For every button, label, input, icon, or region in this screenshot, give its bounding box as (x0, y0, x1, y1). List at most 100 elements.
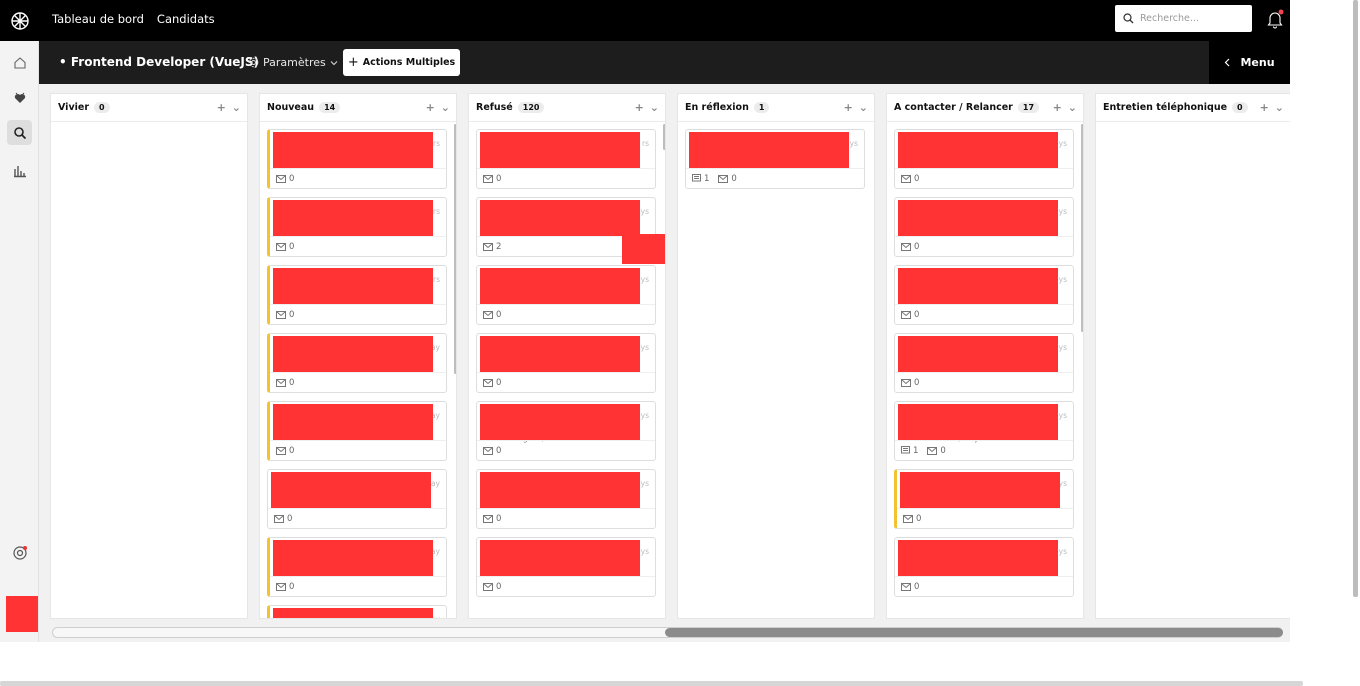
candidate-card[interactable]: day 0 (267, 333, 447, 393)
column-scrollbar[interactable] (663, 124, 665, 150)
mail-icon (276, 582, 286, 591)
candidate-card[interactable]: ysAngular/React0 (476, 401, 656, 461)
column-scrollbar[interactable] (454, 124, 456, 374)
candidate-card[interactable]: ays 0 (894, 197, 1074, 257)
add-icon[interactable]: + (217, 101, 226, 114)
candidate-card[interactable]: ys 0 (476, 265, 656, 325)
heart-icon[interactable] (7, 85, 32, 110)
candidate-name-redacted (480, 336, 640, 372)
add-icon[interactable]: + (635, 101, 644, 114)
add-icon[interactable]: + (1260, 101, 1269, 114)
stats-icon[interactable] (7, 158, 32, 183)
candidate-card[interactable]: urs 0 (267, 265, 447, 325)
scrollbar-thumb[interactable] (665, 628, 1283, 637)
page-horizontal-scrollbar[interactable] (0, 681, 1303, 686)
mail-icon (274, 514, 284, 523)
column-vivier: Vivier 0 + ⌄ (50, 93, 248, 619)
candidate-name-redacted (900, 472, 1060, 508)
candidate-card[interactable]: ys 0 (476, 333, 656, 393)
chevron-down-icon[interactable]: ⌄ (232, 101, 241, 114)
multiple-actions-button[interactable]: + Actions Multiples (343, 49, 460, 76)
chevron-down-icon[interactable]: ⌄ (650, 101, 659, 114)
candidates-search-icon[interactable] (7, 120, 32, 145)
mail-icon (901, 582, 911, 591)
chevron-down-icon[interactable]: ⌄ (441, 101, 450, 114)
mail-count: 0 (496, 445, 502, 456)
column-title: En réflexion (685, 102, 749, 113)
column-title: Entretien téléphonique (1103, 102, 1228, 113)
add-icon[interactable]: + (844, 101, 853, 114)
card-footer: 10 (686, 168, 864, 188)
app-logo-icon[interactable] (0, 0, 39, 41)
mail-count: 0 (914, 377, 920, 388)
candidate-card[interactable]: urs 0 (267, 197, 447, 257)
candidate-card[interactable]: ays 1 0 (685, 129, 865, 189)
candidate-card[interactable]: ays 0 (894, 333, 1074, 393)
mail-count: 0 (731, 173, 737, 184)
job-title[interactable]: • Frontend Developer (VueJS) (59, 55, 259, 69)
nav-dashboard[interactable]: Tableau de bord (52, 12, 144, 26)
board-horizontal-scrollbar[interactable] (52, 627, 1283, 638)
page-vertical-scrollbar[interactable] (1353, 0, 1358, 597)
search-box[interactable] (1115, 5, 1252, 32)
candidate-name-redacted (480, 200, 640, 236)
mail-icon (483, 378, 493, 387)
mail-count: 0 (289, 581, 295, 592)
candidate-card[interactable]: day (267, 605, 447, 618)
column-title: Nouveau (267, 102, 315, 113)
mail-count: 0 (496, 513, 502, 524)
add-icon[interactable]: + (1053, 101, 1062, 114)
candidate-card[interactable]: ays 0 (894, 129, 1074, 189)
candidate-card[interactable]: rs 0 (476, 129, 656, 189)
candidate-card[interactable]: ys 0 (476, 469, 656, 529)
card-timestamp: rs (642, 139, 649, 148)
card-footer: 0 (895, 236, 1073, 256)
mail-count: 2 (496, 241, 502, 252)
column-scrollbar[interactable] (1081, 124, 1083, 332)
chevron-down-icon[interactable]: ⌄ (859, 101, 868, 114)
notification-bell-icon[interactable] (1266, 9, 1284, 29)
candidate-card[interactable]: ays 0 (894, 469, 1074, 529)
card-footer: 0 (477, 508, 655, 528)
column-refuse: Refusé 120 +⌄ rs0ys2ys0ys0ysAngular/Reac… (468, 93, 666, 619)
column-a-contacter: A contacter / Relancer 17 + ⌄ ays 0 ays 0 ays… (886, 93, 1084, 619)
mail-count: 0 (287, 513, 293, 524)
candidate-card[interactable]: day 0 (267, 469, 447, 529)
chevron-down-icon[interactable]: ⌄ (1068, 101, 1077, 114)
left-rail (0, 0, 39, 642)
card-footer: 0 (897, 508, 1073, 528)
top-bar: Tableau de bord Candidats (39, 0, 1290, 41)
mail-icon (483, 446, 493, 455)
candidate-card[interactable]: ays 0 (894, 265, 1074, 325)
menu-button[interactable]: Menu (1209, 41, 1290, 84)
help-lifebuoy-icon[interactable] (7, 540, 32, 565)
settings-dropdown[interactable]: Paramètres (248, 56, 338, 69)
card-footer: 0 (895, 372, 1073, 392)
mail-icon (927, 446, 938, 455)
chevron-down-icon[interactable]: ⌄ (1275, 101, 1284, 114)
candidate-name-redacted (480, 540, 640, 576)
card-footer: 0 (477, 304, 655, 324)
candidate-card[interactable]: day 0 (267, 537, 447, 597)
mail-icon (276, 446, 286, 455)
card-timestamp: ys (640, 343, 649, 352)
comment-count: 1 (704, 173, 710, 184)
add-icon[interactable]: + (426, 101, 435, 114)
column-header: Refusé 120 + ⌄ (469, 94, 665, 122)
chevron-down-icon (330, 60, 338, 66)
card-footer: 0 (270, 168, 446, 188)
candidate-card[interactable]: urs 0 (267, 129, 447, 189)
candidate-card[interactable]: ays 0 (894, 537, 1074, 597)
candidate-card[interactable]: aysLaravel/Vuejs10 (894, 401, 1074, 461)
candidate-card[interactable]: ys 0 (476, 537, 656, 597)
mail-icon (276, 242, 286, 251)
candidate-card[interactable]: day 0 (267, 401, 447, 461)
card-footer: 0 (477, 168, 655, 188)
user-avatar-redacted[interactable] (6, 596, 38, 632)
candidate-name-redacted (898, 336, 1058, 372)
home-icon[interactable] (7, 50, 32, 75)
mail-count: 0 (914, 309, 920, 320)
mail-count: 0 (496, 377, 502, 388)
search-input[interactable] (1140, 13, 1240, 24)
nav-candidates[interactable]: Candidats (157, 12, 215, 26)
